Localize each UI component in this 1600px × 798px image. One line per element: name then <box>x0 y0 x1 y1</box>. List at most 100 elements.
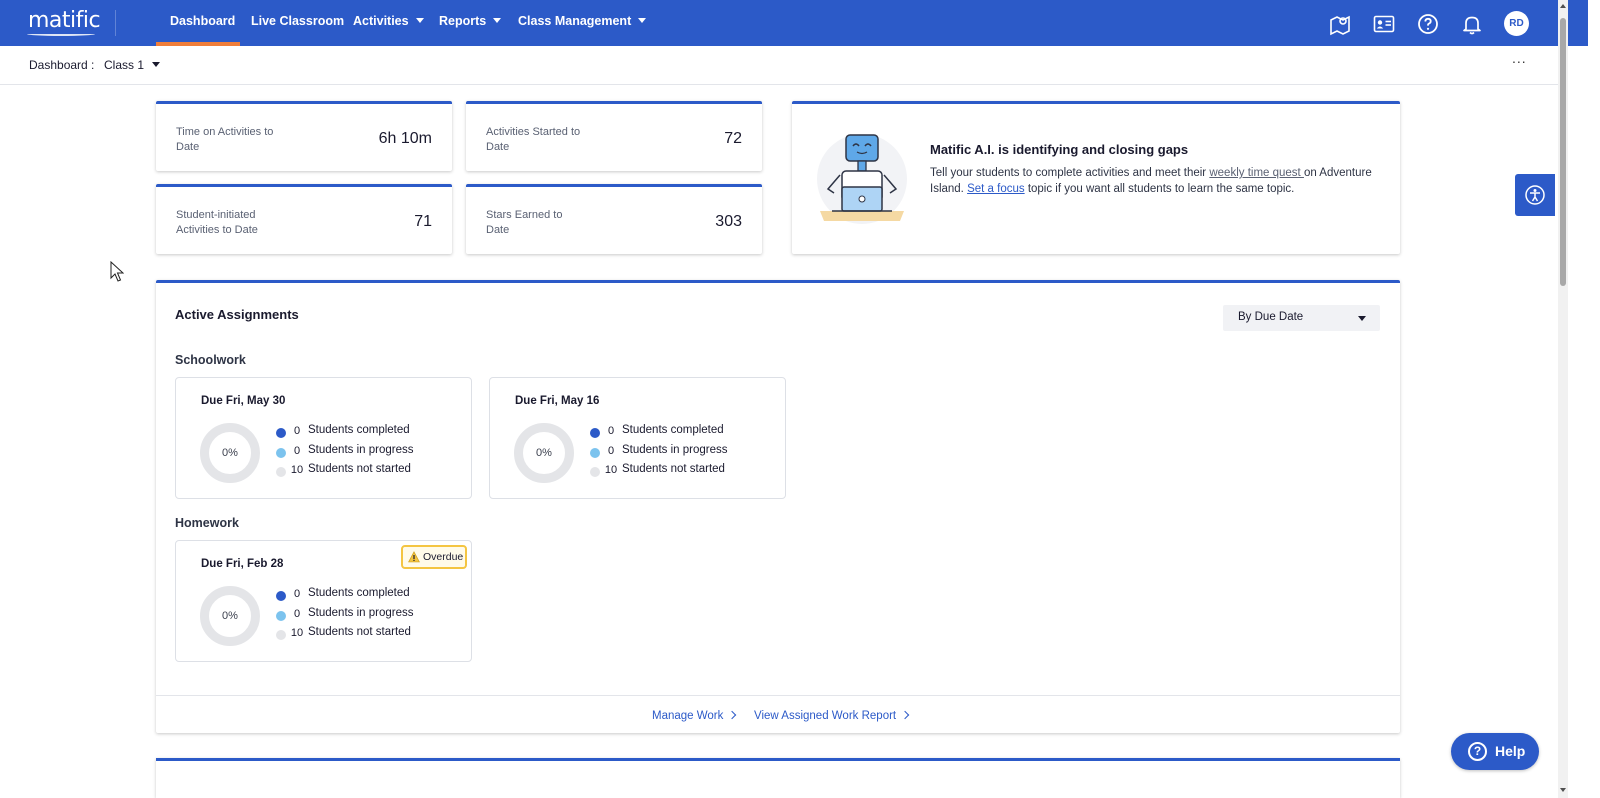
more-options-button[interactable]: ... <box>1512 50 1527 66</box>
manage-work-link[interactable]: Manage Work <box>652 710 737 722</box>
class-selector-bar: Dashboard : Class 1 <box>0 46 1558 85</box>
scrollbar-thumb[interactable] <box>1560 18 1566 286</box>
progress-percent: 0% <box>536 447 552 459</box>
class-dropdown[interactable]: Class 1 <box>104 58 161 72</box>
section-label-homework: Homework <box>175 516 239 530</box>
not-started-dot <box>276 630 286 640</box>
completed-count: 0 <box>607 425 615 437</box>
in-progress-dot <box>590 448 600 458</box>
in-progress-count: 0 <box>293 445 301 457</box>
ai-card-title: Matific A.I. is identifying and closing … <box>930 142 1189 157</box>
weekly-time-quest-link[interactable]: weekly time quest <box>1209 167 1304 179</box>
completed-dot <box>276 591 286 601</box>
not-started-count: 10 <box>290 464 304 476</box>
sort-dropdown[interactable]: By Due Date <box>1223 305 1380 331</box>
bell-icon[interactable] <box>1460 12 1484 36</box>
in-progress-label: Students in progress <box>622 444 728 456</box>
user-avatar[interactable]: RD <box>1504 11 1529 36</box>
nav-activities[interactable]: Activities <box>353 0 424 46</box>
completed-dot <box>590 428 600 438</box>
stat-label: Student-initiated Activities to Date <box>176 209 258 236</box>
assigned-work-report-link[interactable]: View Assigned Work Report <box>754 710 910 722</box>
not-started-count: 10 <box>604 464 618 476</box>
nav-reports-label: Reports <box>439 14 487 28</box>
ai-info-card: Matific A.I. is identifying and closing … <box>792 101 1400 254</box>
scroll-down-arrow-icon[interactable] <box>1560 788 1566 792</box>
class-dropdown-value: Class 1 <box>104 58 145 72</box>
top-navigation-bar: matific Dashboard Live Classroom Activit… <box>0 0 1588 46</box>
matific-logo[interactable]: matific <box>28 8 101 33</box>
nav-class-management[interactable]: Class Management <box>518 0 647 46</box>
completed-label: Students completed <box>622 424 724 436</box>
not-started-label: Students not started <box>308 463 411 475</box>
in-progress-label: Students in progress <box>308 444 414 456</box>
mouse-cursor-icon <box>110 261 124 282</box>
assignment-due-date: Due Fri, May 30 <box>201 395 286 407</box>
progress-percent: 0% <box>222 447 238 459</box>
chevron-right-icon <box>728 710 737 720</box>
accessibility-icon <box>1525 185 1545 205</box>
assignment-card[interactable]: Due Fri, May 16 0% 0 Students completed 0… <box>489 377 786 499</box>
sort-dropdown-value: By Due Date <box>1238 311 1304 323</box>
completed-count: 0 <box>293 588 301 600</box>
chevron-down-icon <box>415 18 424 23</box>
section-label-schoolwork: Schoolwork <box>175 353 246 367</box>
warning-icon <box>408 551 420 563</box>
stat-card-stars-earned: Stars Earned to Date 303 <box>466 184 762 254</box>
chevron-down-icon <box>493 18 502 23</box>
ai-text-part: Tell your students to complete activitie… <box>930 167 1210 179</box>
chevron-right-icon <box>900 710 910 720</box>
not-started-count: 10 <box>290 627 304 639</box>
not-started-label: Students not started <box>308 626 411 638</box>
stat-value: 71 <box>414 213 432 230</box>
set-focus-link[interactable]: Set a focus <box>967 183 1025 195</box>
nav-dashboard[interactable]: Dashboard <box>170 0 235 46</box>
logo-swoosh <box>27 32 95 36</box>
assigned-work-report-label: View Assigned Work Report <box>754 710 897 722</box>
ai-text-part: topic if you want all students to learn … <box>1024 183 1295 195</box>
help-button[interactable]: ? Help <box>1451 733 1539 770</box>
stat-label: Time on Activities to Date <box>176 126 274 153</box>
in-progress-count: 0 <box>607 445 615 457</box>
stat-value: 72 <box>724 130 742 147</box>
overdue-label: Overdue <box>423 551 464 563</box>
assignment-card[interactable]: Due Fri, May 30 0% 0 Students completed 0… <box>175 377 472 499</box>
assignment-card[interactable]: Due Fri, Feb 28 Overdue 0% 0 Students com… <box>175 540 472 662</box>
scroll-up-arrow-icon[interactable] <box>1560 4 1566 8</box>
not-started-dot <box>276 467 286 477</box>
nav-reports[interactable]: Reports <box>439 0 502 46</box>
nav-activities-label: Activities <box>353 14 409 28</box>
completed-count: 0 <box>293 425 301 437</box>
completed-label: Students completed <box>308 587 410 599</box>
accessibility-button[interactable] <box>1515 174 1555 216</box>
panel-title: Active Assignments <box>175 307 299 322</box>
robot-illustration <box>817 134 907 224</box>
map-icon[interactable] <box>1328 12 1352 36</box>
not-started-dot <box>590 467 600 477</box>
nav-class-management-label: Class Management <box>518 14 632 28</box>
progress-percent: 0% <box>222 610 238 622</box>
nav-live-classroom[interactable]: Live Classroom <box>251 0 344 46</box>
completed-label: Students completed <box>308 424 410 436</box>
stat-card-student-initiated: Student-initiated Activities to Date 71 <box>156 184 452 254</box>
active-assignments-panel: Active Assignments By Due Date Schoolwor… <box>156 280 1400 733</box>
caret-down-icon <box>152 62 161 67</box>
in-progress-label: Students in progress <box>308 607 414 619</box>
completed-dot <box>276 428 286 438</box>
in-progress-dot <box>276 448 286 458</box>
help-label: Help <box>1495 743 1526 759</box>
stat-value: 303 <box>715 213 742 230</box>
logo-divider <box>115 10 116 36</box>
breadcrumb-label: Dashboard : <box>29 58 95 72</box>
ai-card-description: Tell your students to complete activitie… <box>930 165 1380 197</box>
in-progress-dot <box>276 611 286 621</box>
id-card-icon[interactable] <box>1372 12 1396 36</box>
in-progress-count: 0 <box>293 608 301 620</box>
assignment-due-date: Due Fri, May 16 <box>515 395 600 407</box>
help-question-icon: ? <box>1468 742 1487 761</box>
stat-card-activities-started: Activities Started to Date 72 <box>466 101 762 171</box>
help-circle-icon[interactable] <box>1416 12 1440 36</box>
not-started-label: Students not started <box>622 463 725 475</box>
chevron-down-icon <box>638 18 647 23</box>
stat-label: Stars Earned to Date <box>486 209 563 236</box>
